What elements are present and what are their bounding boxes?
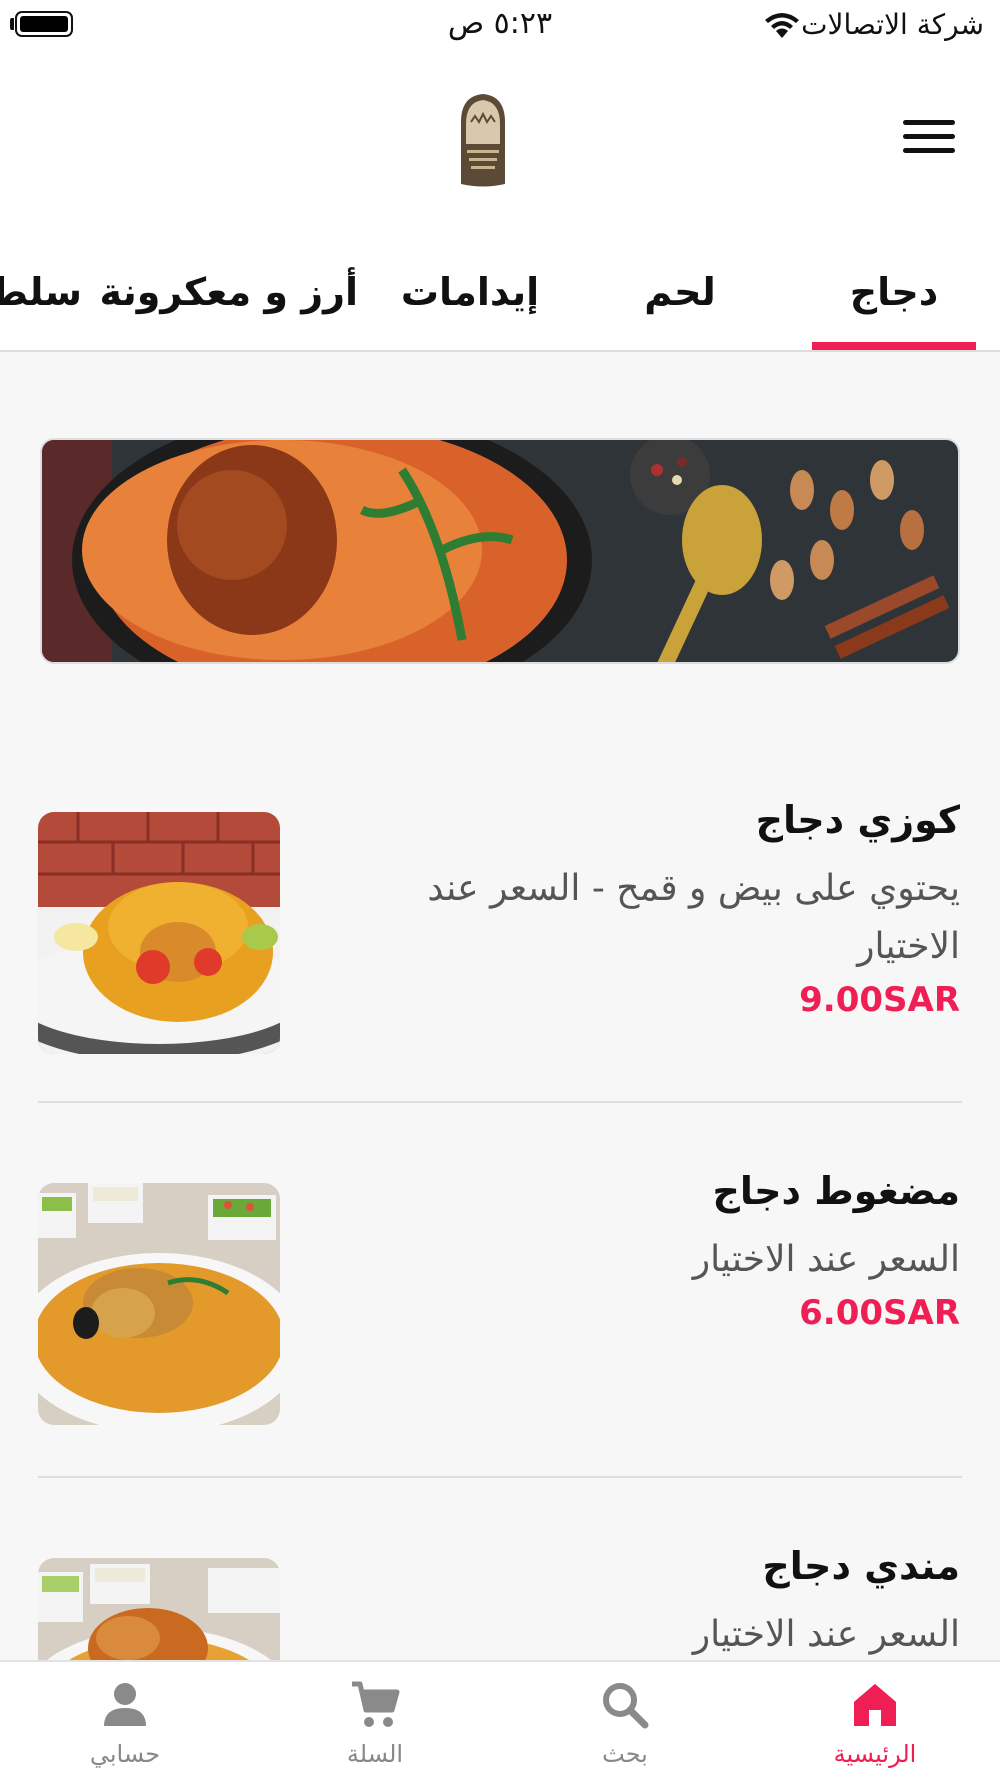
search-icon [603,1683,649,1729]
home-icon [854,1684,896,1726]
battery-icon [15,11,73,37]
product-name: مندي دجاج [762,1544,960,1588]
product-image [38,1183,280,1425]
hamburger-menu-icon[interactable] [903,120,955,162]
category-tabs: دجاج لحم إيدامات أرز و معكرونة سلطات [0,230,1000,352]
tab-stews[interactable]: إيدامات [380,270,560,314]
product-description: السعر عند الاختيار [692,1239,960,1280]
product-row[interactable]: مضغوط دجاج السعر عند الاختيار 6.00SAR [0,1169,1000,1483]
product-description: السعر عند الاختيار [692,1614,960,1655]
tab-rice-pasta[interactable]: أرز و معكرونة [99,270,358,314]
restaurant-logo-icon[interactable] [455,92,511,190]
product-row[interactable]: كوزي دجاج يحتوي على بيض و قمح - السعر عن… [0,798,1000,1112]
nav-label: بحث [602,1740,648,1768]
nav-home[interactable]: الرئيسية [750,1662,1000,1778]
wifi-icon [765,13,799,38]
nav-cart[interactable]: السلة [250,1662,500,1778]
active-tab-indicator [812,342,976,350]
status-time: ٥:٢٣ ص [447,6,553,41]
nav-account[interactable]: حسابي [0,1662,250,1778]
account-icon [104,1683,146,1726]
carrier-name: شركة الاتصالات [801,8,984,41]
nav-label: حسابي [89,1740,161,1768]
nav-search[interactable]: بحث [500,1662,750,1778]
product-image [38,812,280,1054]
banner-image [42,440,958,662]
product-name: كوزي دجاج [755,798,960,842]
product-price: 9.00SAR [799,980,960,1020]
battery-tip [10,18,14,30]
divider [38,1101,962,1103]
app-header [0,50,1000,230]
promo-banner[interactable] [40,438,960,664]
status-bar: ٥:٢٣ ص شركة الاتصالات [0,0,1000,50]
product-description: يحتوي على بيض و قمح - السعر عند الاختيار [427,868,960,967]
nav-label: السلة [346,1740,404,1768]
product-name: مضغوط دجاج [712,1169,960,1213]
tab-chicken[interactable]: دجاج [812,270,976,314]
divider [38,1476,962,1478]
nav-label: الرئيسية [833,1740,917,1768]
cart-icon [352,1681,400,1727]
tab-meat[interactable]: لحم [600,270,760,314]
bottom-navigation: الرئيسية بحث السلة حسابي [0,1660,1000,1778]
tab-salads[interactable]: سلطات [0,270,82,314]
product-price: 6.00SAR [799,1293,960,1333]
